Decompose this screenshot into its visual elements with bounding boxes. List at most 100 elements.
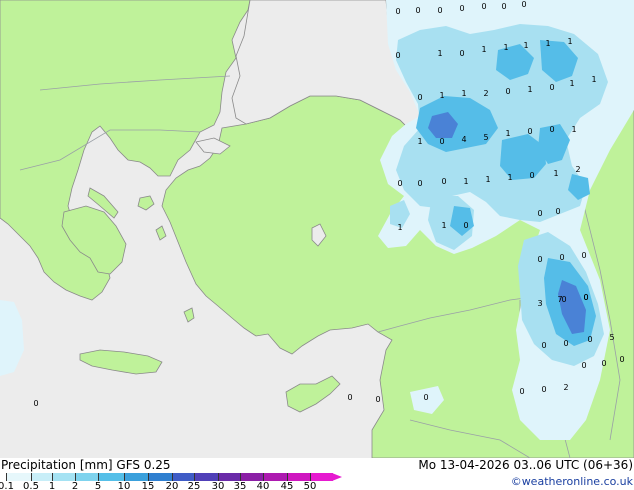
precip-value-label: 0	[521, 0, 526, 9]
precip-value-label: 1	[591, 75, 596, 84]
precip-value-label: 0	[417, 93, 422, 102]
credit-link[interactable]: ©weatheronline.co.uk	[511, 475, 633, 488]
precip-value-label: 1	[527, 85, 532, 94]
colorbar-swatch	[310, 473, 333, 481]
precip-value-label: 1	[461, 89, 466, 98]
precip-value-label: 0	[541, 385, 546, 394]
precip-value-label: 2	[483, 89, 488, 98]
colorbar-tick-label: 20	[165, 481, 179, 490]
precip-value-label: 0	[395, 51, 400, 60]
precip-value-label: 5	[483, 133, 488, 142]
precip-value-label: 0	[555, 207, 560, 216]
precipitation-map: 0 0 0 0 0 0 0 0 1 0 1 1 1 1 1 0 1 1 2 0 1 0 1 1 1 0 4 5 1 0 0 1 0 0 0 1 1 1 0 1…	[0, 0, 634, 458]
colorbar-swatch	[75, 473, 99, 481]
colorbar-swatch	[31, 473, 53, 481]
colorbar-tick-label: 1	[48, 481, 56, 490]
precip-value-label: 1	[437, 49, 442, 58]
precip-value-label: 2	[575, 165, 580, 174]
precip-value-label: 1	[567, 37, 572, 46]
colorbar-swatch	[52, 473, 76, 481]
precip-value-label: 0	[537, 209, 542, 218]
precip-value-label: 0	[397, 179, 402, 188]
precip-value-label: 1	[481, 45, 486, 54]
precip-value-label: 0	[587, 335, 592, 344]
precip-value-label: 1	[569, 79, 574, 88]
precip-value-label: 7	[557, 295, 562, 304]
colorbar-tick-label: 30	[211, 481, 225, 490]
precip-value-label: 0	[581, 361, 586, 370]
colorbar-tick-label: 2	[71, 481, 79, 490]
precip-value-label: 0	[347, 393, 352, 402]
colorbar-swatch	[98, 473, 125, 481]
precip-value-label: 0	[537, 255, 542, 264]
precip-value-label: 1	[417, 137, 422, 146]
precip-value-label: 2	[563, 383, 568, 392]
legend-title-text: Precipitation [mm]	[1, 458, 113, 472]
precip-value-label: 0	[519, 387, 524, 396]
colorbar-tick-label: 50	[303, 481, 317, 490]
precip-value-label: 0	[559, 253, 564, 262]
legend-title: Precipitation [mm] GFS 0.25	[1, 458, 171, 472]
precip-value-label: 0	[441, 177, 446, 186]
colorbar-tick-label: 5	[94, 481, 102, 490]
precip-value-label: 0	[33, 399, 38, 408]
precip-value-label: 0	[375, 395, 380, 404]
precip-value-label: 1	[503, 43, 508, 52]
precip-value-label: 1	[523, 41, 528, 50]
colorbar-tick-label: 40	[256, 481, 270, 490]
precip-value-label: 1	[485, 175, 490, 184]
precip-value-label: 0	[481, 2, 486, 11]
colorbar-tick-label: 45	[280, 481, 294, 490]
colorbar-swatch	[172, 473, 195, 481]
colorbar-tick-label: 35	[233, 481, 247, 490]
precip-value-label: 0	[529, 171, 534, 180]
precip-value-label: 0	[423, 393, 428, 402]
colorbar-swatch	[194, 473, 219, 481]
precip-value-label: 0	[527, 127, 532, 136]
precip-value-label: 0	[459, 4, 464, 13]
precip-value-label: 0	[563, 339, 568, 348]
precip-value-label: 1	[553, 169, 558, 178]
precip-value-label: 1	[441, 221, 446, 230]
precip-value-label: 0	[437, 6, 442, 15]
colorbar-tick-label: 0.5	[23, 481, 39, 490]
precip-value-label: 0	[541, 341, 546, 350]
colorbar-swatch	[218, 473, 241, 481]
precip-value-label: 1	[439, 91, 444, 100]
precip-value-label: 0	[439, 137, 444, 146]
precip-value-label: 0	[619, 355, 624, 364]
colorbar-swatch	[240, 473, 264, 481]
precip-value-label: 1	[463, 177, 468, 186]
precip-value-label: 1	[545, 39, 550, 48]
precip-value-label: 0	[549, 83, 554, 92]
precip-value-label: 0	[583, 293, 588, 302]
precip-value-label: 0	[505, 87, 510, 96]
precip-value-label: 0	[601, 359, 606, 368]
precip-value-label: 0	[459, 49, 464, 58]
precip-value-label: 1	[505, 129, 510, 138]
colorbar-tick-label: 25	[187, 481, 201, 490]
precip-value-label: 0	[463, 221, 468, 230]
precip-value-label: 0	[395, 7, 400, 16]
colorbar-swatch	[6, 473, 32, 481]
precip-value-label: 0	[581, 251, 586, 260]
precip-value-label: 5	[609, 333, 614, 342]
precip-value-label: 0	[417, 179, 422, 188]
precip-value-label: 0	[415, 6, 420, 15]
precip-value-label: 1	[571, 125, 576, 134]
precip-value-label: 1	[507, 173, 512, 182]
precip-value-label: 3	[537, 299, 542, 308]
colorbar-tick-label: 15	[141, 481, 155, 490]
colorbar-swatch	[148, 473, 173, 481]
colorbar-swatch	[263, 473, 288, 481]
colorbar-tick-label: 10	[117, 481, 131, 490]
colorbar-arrow	[332, 473, 342, 481]
colorbar-tick-label: 0.1	[0, 481, 14, 490]
precip-value-label: 0	[501, 2, 506, 11]
legend-footer: Precipitation [mm] GFS 0.25 Mo 13-04-202…	[0, 458, 634, 490]
legend-model-text: GFS 0.25	[116, 458, 171, 472]
forecast-timestamp: Mo 13-04-2026 03..06 UTC (06+36)	[418, 458, 633, 472]
precip-value-label: 1	[397, 223, 402, 232]
colorbar-swatch	[287, 473, 311, 481]
precip-value-label: 4	[461, 135, 466, 144]
